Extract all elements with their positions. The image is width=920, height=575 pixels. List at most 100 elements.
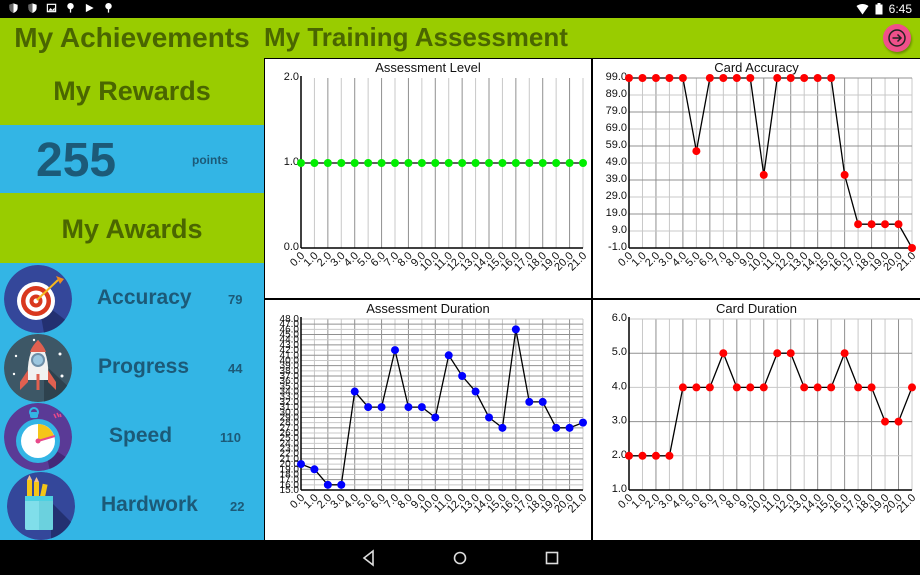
award-hardwork[interactable]: Hardwork 22: [0, 471, 264, 540]
award-value: 22: [230, 499, 245, 514]
data-point: [813, 74, 822, 82]
y-tick-label: 59.0: [606, 139, 627, 151]
chart-assessment-duration: Assessment Duration 15.0 16.0 17.0 18.0 19.0 2…: [265, 300, 591, 540]
data-point: [625, 74, 633, 82]
data-point: [854, 220, 863, 229]
points-value: 255: [36, 134, 117, 187]
awards-list: Accuracy 79 Progress 44 Speed 110 Hardwo…: [0, 263, 264, 540]
data-point: [678, 383, 687, 392]
data-point: [511, 159, 520, 167]
achievements-title: My Achievements: [14, 22, 250, 53]
image-icon: [46, 3, 57, 13]
data-point: [323, 480, 332, 489]
next-button[interactable]: [883, 24, 911, 52]
data-point: [773, 74, 782, 82]
data-point: [404, 403, 413, 412]
page-title: My Training Assessment: [264, 22, 568, 52]
android-icon: [67, 2, 74, 13]
y-tick-label: 49.0: [606, 156, 627, 168]
data-point: [881, 220, 890, 229]
rewards-title: My Rewards: [53, 76, 211, 106]
data-point: [759, 170, 768, 179]
data-point: [840, 170, 849, 179]
award-name: Progress: [98, 355, 190, 378]
data-point: [665, 451, 674, 460]
data-point: [485, 413, 493, 422]
clock: 6:45: [888, 2, 912, 16]
target-icon: [4, 265, 72, 333]
data-point: [651, 74, 660, 82]
data-point: [364, 159, 373, 167]
chart-assessment-level: Assessment Level 0.0 1.0 2.0 0.0 1.0 2.0 3.0 4.0…: [265, 59, 591, 298]
y-tick-label: 69.0: [606, 122, 627, 134]
data-point: [719, 349, 728, 358]
data-point: [525, 159, 534, 167]
data-point: [444, 159, 453, 167]
award-value: 79: [228, 292, 243, 307]
arrow-right-circle-icon: [888, 29, 906, 47]
home-icon[interactable]: [450, 548, 470, 568]
data-point: [894, 220, 903, 229]
award-name: Hardwork: [101, 493, 198, 516]
data-point: [732, 383, 741, 392]
data-point: [786, 349, 795, 358]
data-point: [297, 460, 305, 469]
data-point: [867, 220, 876, 229]
card-accuracy-chart: Card Accuracy -1.0 9.0 19.0 29.0 39.0 49.0 59.0…: [606, 60, 919, 274]
battery-icon: [875, 3, 883, 15]
y-tick-label: 5.0: [612, 346, 627, 358]
achievements-panel: My Achievements My Rewards 255 points My…: [0, 18, 264, 540]
chart-card-duration: Card Duration 1.0 2.0 3.0 4.0 5.0 6.0 0.0 1.0 2.0…: [593, 300, 920, 540]
card-duration-chart: Card Duration1.02.03.04.05.06.00.01.02.0…: [612, 301, 919, 516]
awards-title: My Awards: [61, 214, 203, 244]
data-point: [800, 74, 809, 82]
award-accuracy[interactable]: Accuracy 79: [0, 264, 264, 333]
chart-title: Card Accuracy: [714, 60, 799, 75]
data-point: [350, 387, 359, 396]
data-point: [552, 423, 561, 432]
data-point: [692, 383, 701, 392]
data-point: [525, 397, 534, 406]
shield-icon: [9, 3, 18, 14]
data-point: [498, 423, 507, 432]
award-progress[interactable]: Progress 44: [0, 333, 264, 402]
data-point: [511, 325, 520, 334]
data-point: [813, 383, 822, 392]
data-point: [638, 74, 647, 82]
chart-title: Assessment Duration: [366, 301, 490, 316]
data-point: [565, 159, 574, 167]
y-tick-label: 6.0: [612, 312, 627, 324]
data-point: [908, 383, 916, 392]
data-point: [827, 383, 836, 392]
recents-icon[interactable]: [542, 548, 562, 568]
data-point: [391, 346, 399, 355]
award-name: Accuracy: [97, 286, 192, 309]
data-point: [746, 74, 755, 82]
status-bar: 6:45: [0, 0, 920, 18]
data-point: [625, 451, 633, 460]
series-line: [629, 351, 913, 457]
data-point: [565, 423, 574, 432]
data-point: [651, 451, 660, 460]
data-point: [444, 351, 453, 360]
data-point: [431, 413, 440, 422]
data-point: [719, 74, 728, 82]
data-point: [665, 74, 674, 82]
data-point: [337, 480, 346, 489]
data-point: [404, 159, 413, 167]
data-point: [310, 159, 319, 167]
data-point: [678, 74, 687, 82]
y-tick-label: 1.0: [284, 156, 299, 168]
app-root: My Achievements My Rewards 255 points My…: [0, 18, 920, 540]
data-point: [364, 403, 373, 412]
wifi-icon: [856, 3, 869, 14]
award-value: 110: [220, 430, 241, 445]
stopwatch-icon: [4, 403, 72, 471]
back-icon[interactable]: [359, 548, 379, 568]
data-point: [377, 159, 386, 167]
assessment-duration-chart: Assessment Duration15.016.017.018.019.02…: [280, 301, 590, 516]
award-speed[interactable]: Speed 110: [0, 402, 264, 471]
data-point: [485, 159, 493, 167]
data-point: [908, 244, 916, 252]
y-tick-label: 48.0: [280, 314, 300, 325]
